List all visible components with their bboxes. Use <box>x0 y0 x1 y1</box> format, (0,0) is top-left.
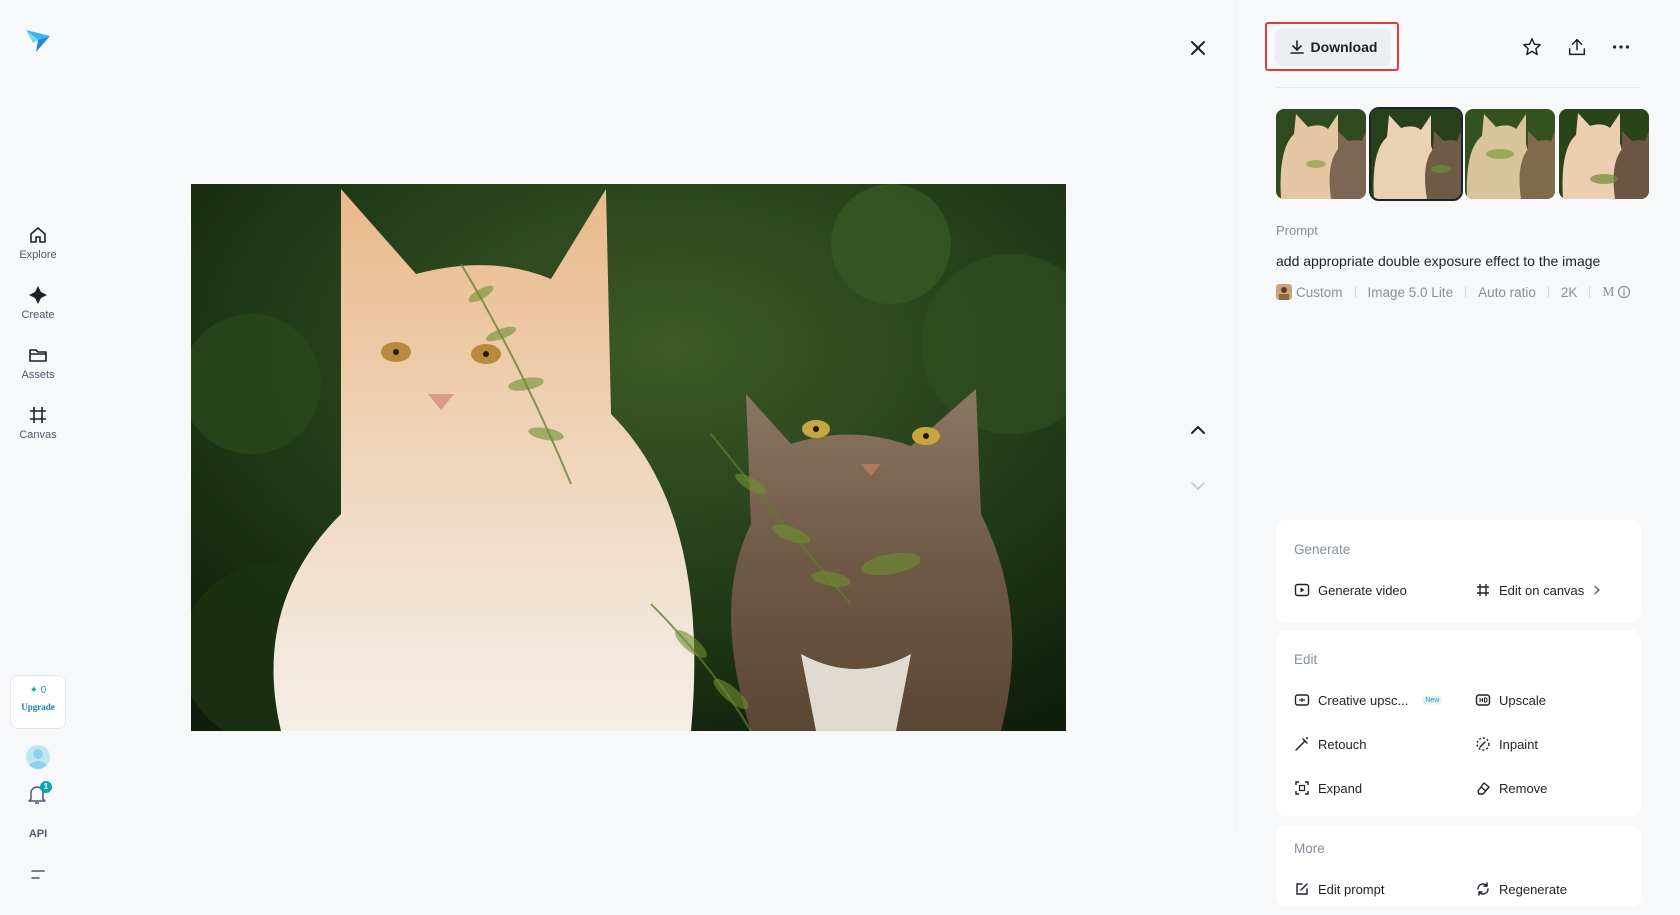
edit-on-canvas-button[interactable]: Edit on canvas <box>1475 582 1602 598</box>
style-thumbnail <box>1276 284 1292 300</box>
toolbar-divider <box>1276 87 1640 88</box>
ratio-value: Auto ratio <box>1478 284 1536 300</box>
video-play-icon <box>1294 583 1310 597</box>
left-sidebar: Explore Create Assets Canvas ✦ 0 Upgrade… <box>0 0 76 915</box>
notifications-button[interactable]: 1 <box>26 781 52 807</box>
main-image <box>191 184 1066 731</box>
next-image-chevron-down-icon[interactable] <box>1186 474 1210 498</box>
upscale-button[interactable]: Upscale <box>1475 692 1546 708</box>
remove-button[interactable]: Remove <box>1475 780 1547 796</box>
sidebar-item-label: Create <box>21 309 55 321</box>
more-card-title: More <box>1294 841 1325 856</box>
variant-thumbnail[interactable] <box>1276 109 1366 199</box>
expand-icon <box>1295 781 1309 795</box>
edit-prompt-label: Edit prompt <box>1318 881 1385 897</box>
mode-value: M <box>1602 284 1615 299</box>
canvas-icon <box>30 407 46 423</box>
creative-upscale-label: Creative upsc... <box>1318 692 1409 708</box>
share-icon[interactable] <box>1566 36 1590 60</box>
download-label: Download <box>1310 39 1378 55</box>
creative-upscale-button[interactable]: Creative upsc... New <box>1294 692 1443 708</box>
retouch-label: Retouch <box>1318 736 1367 752</box>
more-options-icon[interactable] <box>1610 36 1634 60</box>
prompt-label: Prompt <box>1276 223 1318 238</box>
upgrade-label: Upgrade <box>21 702 55 712</box>
sidebar-item-explore[interactable]: Explore <box>8 225 68 261</box>
hd-upscale-icon <box>1475 694 1491 706</box>
generate-video-label: Generate video <box>1318 582 1407 598</box>
expand-button[interactable]: Expand <box>1294 780 1362 796</box>
download-button[interactable]: Download <box>1275 28 1391 66</box>
regenerate-label: Regenerate <box>1499 881 1567 897</box>
generation-meta: Custom Image 5.0 Lite Auto ratio 2K M <box>1276 284 1631 300</box>
sparkle-icon <box>29 286 47 304</box>
creative-upscale-icon <box>1294 694 1310 706</box>
meta-separator <box>1547 286 1549 298</box>
favorite-star-icon[interactable] <box>1521 36 1545 60</box>
sidebar-item-canvas[interactable]: Canvas <box>8 405 68 441</box>
eraser-icon <box>1477 782 1490 795</box>
previous-image-chevron-up-icon[interactable] <box>1186 418 1210 442</box>
notification-badge: 1 <box>40 781 52 793</box>
sidebar-item-label: Explore <box>19 249 57 261</box>
prompt-text: add appropriate double exposure effect t… <box>1276 253 1601 269</box>
magic-wand-icon <box>1295 737 1308 751</box>
chevron-right-icon <box>1594 585 1601 595</box>
app-logo-icon[interactable] <box>24 26 52 54</box>
folder-icon <box>29 349 47 362</box>
api-link[interactable]: API <box>0 828 76 840</box>
panel-divider <box>1236 0 1237 830</box>
edit-card-title: Edit <box>1294 652 1318 667</box>
edit-card: Edit Creative upsc... New Upscale Retouc… <box>1276 630 1641 816</box>
regenerate-button[interactable]: Regenerate <box>1475 881 1567 897</box>
model-value: Image 5.0 Lite <box>1367 284 1454 300</box>
credits-count: ✦ 0 <box>29 685 47 696</box>
sidebar-item-label: Canvas <box>19 429 57 441</box>
generate-video-button[interactable]: Generate video <box>1294 582 1407 598</box>
style-value: Custom <box>1296 284 1343 300</box>
variant-thumbnail-selected[interactable] <box>1369 107 1463 201</box>
meta-separator <box>1354 286 1356 298</box>
meta-separator <box>1465 286 1467 298</box>
sidebar-item-assets[interactable]: Assets <box>8 345 68 381</box>
retouch-button[interactable]: Retouch <box>1294 736 1366 752</box>
info-icon[interactable] <box>1617 285 1631 299</box>
sidebar-item-create[interactable]: Create <box>8 285 68 321</box>
download-icon <box>1289 40 1304 54</box>
inpaint-button[interactable]: Inpaint <box>1475 736 1538 752</box>
meta-separator <box>1589 286 1591 298</box>
canvas-icon <box>1477 584 1489 596</box>
generate-card-title: Generate <box>1294 542 1351 557</box>
resolution-value: 2K <box>1560 284 1578 300</box>
upscale-label: Upscale <box>1499 692 1546 708</box>
close-icon[interactable] <box>1186 36 1210 60</box>
edit-prompt-icon <box>1296 883 1308 895</box>
inpaint-label: Inpaint <box>1499 736 1539 752</box>
variant-thumbnail[interactable] <box>1559 109 1649 199</box>
expand-label: Expand <box>1318 780 1363 796</box>
edit-prompt-button[interactable]: Edit prompt <box>1294 881 1384 897</box>
avatar[interactable] <box>26 745 50 769</box>
variant-thumbnail[interactable] <box>1465 109 1555 199</box>
generate-card: Generate Generate video Edit on canvas <box>1276 520 1641 622</box>
regenerate-icon <box>1477 882 1489 896</box>
sidebar-item-label: Assets <box>21 369 55 381</box>
upgrade-button[interactable]: ✦ 0 Upgrade <box>10 675 66 729</box>
menu-icon[interactable] <box>30 868 46 882</box>
edit-on-canvas-label: Edit on canvas <box>1499 582 1585 598</box>
remove-label: Remove <box>1499 780 1548 796</box>
home-icon <box>30 227 46 243</box>
new-badge: New <box>1422 695 1443 705</box>
more-card: More Edit prompt Regenerate <box>1276 825 1641 907</box>
inpaint-brush-icon <box>1476 737 1490 751</box>
